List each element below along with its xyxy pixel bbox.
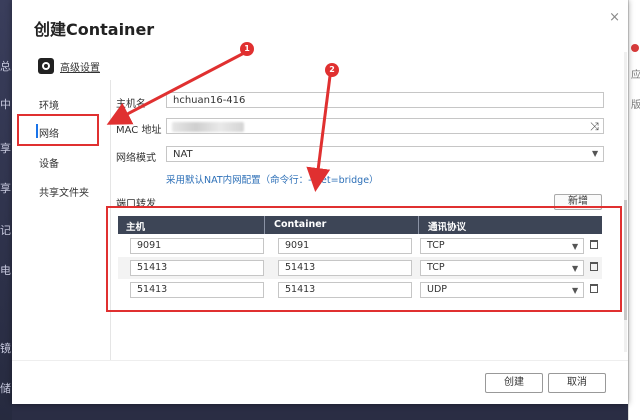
bg-glyph: 记: [0, 224, 11, 237]
bg-glyph: 总: [0, 60, 11, 73]
bg-glyph: 镜: [0, 342, 11, 355]
background-bottom: [12, 404, 628, 420]
network-hint: 采用默认NAT内网配置（命令行：--net=bridge）: [166, 175, 379, 186]
bg-glyph: 储: [0, 382, 11, 395]
cancel-button[interactable]: 取消: [548, 373, 606, 393]
create-container-dialog: 创建Container × 高级设置 环境 网络 设备 共享文件夹 主机名 hc…: [12, 0, 628, 404]
mac-address-redacted: [172, 122, 244, 132]
scrollbar-thumb[interactable]: [624, 200, 627, 320]
annotation-box-port-table: [106, 206, 622, 312]
network-mode-label: 网络模式: [116, 153, 156, 164]
annotation-box-network: [17, 114, 99, 146]
hostname-input[interactable]: hchuan16-416: [166, 92, 604, 108]
bg-glyph: 中: [0, 98, 11, 111]
bg-glyph: 版: [631, 100, 640, 111]
create-button[interactable]: 创建: [485, 373, 543, 393]
dialog-title: 创建Container: [34, 20, 155, 39]
annotation-badge-1: 1: [240, 42, 254, 56]
gear-icon: [38, 58, 54, 74]
bg-glyph: 应: [631, 70, 640, 81]
sidebar-item-shared-folders[interactable]: 共享文件夹: [39, 184, 89, 199]
close-icon[interactable]: ×: [609, 10, 620, 25]
footer-divider: [12, 360, 628, 361]
chevron-down-icon: ▼: [592, 149, 599, 158]
advanced-settings-label: 高级设置: [60, 62, 100, 74]
sidebar-item-environment[interactable]: 环境: [39, 97, 59, 112]
mac-address-label: MAC 地址: [116, 125, 162, 136]
background-left-sidebar: 总 中 享 享 记 电 镜 储: [0, 0, 12, 420]
bg-app-icon: [631, 44, 639, 52]
shuffle-icon[interactable]: ⤨: [590, 120, 599, 134]
bg-glyph: 电: [0, 264, 11, 277]
bg-glyph: 享: [0, 142, 11, 155]
background-right-panel: 应 版: [628, 0, 640, 420]
bg-glyph: 享: [0, 182, 11, 195]
hostname-label: 主机名: [116, 99, 146, 110]
sidebar-item-devices[interactable]: 设备: [39, 155, 59, 170]
network-mode-select[interactable]: NAT: [166, 146, 604, 162]
advanced-settings-header: 高级设置: [38, 58, 100, 74]
annotation-badge-2: 2: [325, 63, 339, 77]
